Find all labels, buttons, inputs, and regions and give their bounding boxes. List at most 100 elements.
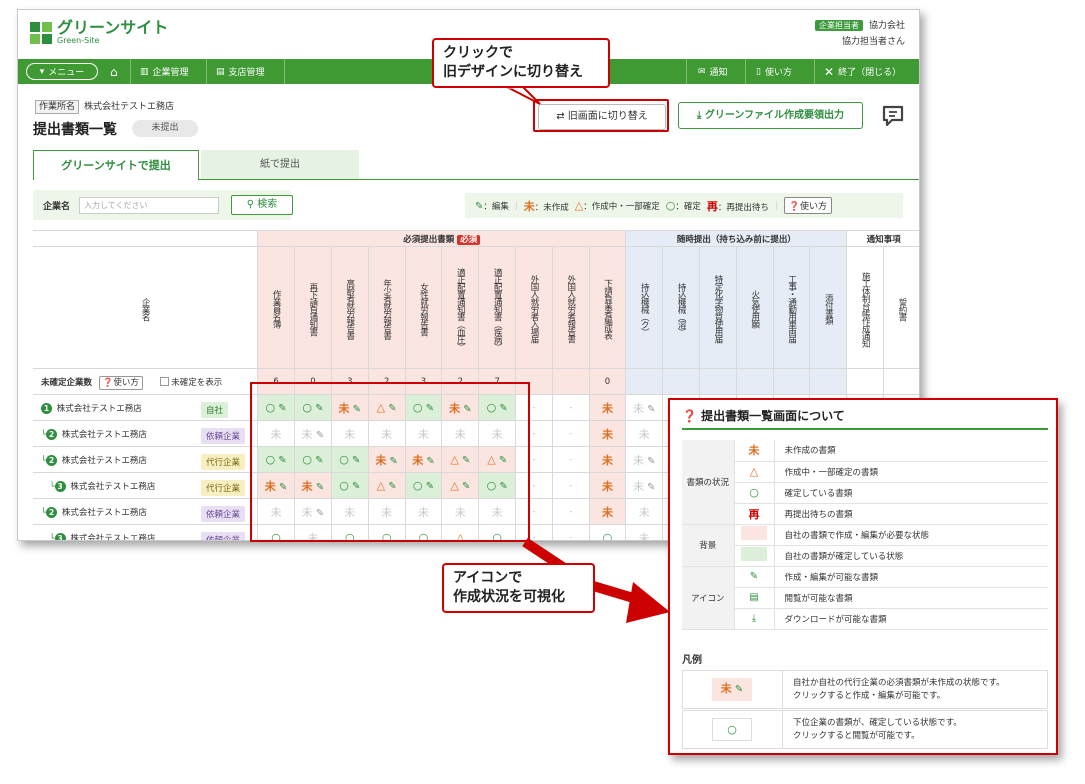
status-cell: - (551, 498, 590, 525)
dash-icon: - (532, 428, 536, 439)
howto-button[interactable]: ▯ 使い方 (756, 59, 792, 84)
desc-edit: 作成・編集が可能な書類 (774, 566, 1048, 588)
status-cell[interactable]: 未 (625, 420, 664, 447)
close-icon: ✕ (824, 64, 835, 79)
legend-help-button[interactable]: ❓使い方 (783, 197, 833, 214)
question-icon: ❓ (788, 202, 801, 212)
dash-icon: - (532, 454, 536, 465)
help-legend-table: 書類の状況 未未作成の書類 △ 作成中・一部確定の書類 ○ 確定している書類 再再提… (682, 440, 1048, 630)
menu-label: メニュー (48, 68, 85, 78)
help-panel-title-text: 提出書類一覧画面について (701, 409, 845, 423)
branch-management-label: 支店管理 (228, 68, 265, 78)
green-site-logo[interactable]: グリーンサイト Green-Site (30, 20, 168, 45)
circle-icon: ○ (749, 486, 759, 499)
dash-icon: - (532, 532, 536, 541)
legend-ok: ○：確定 (666, 199, 701, 212)
arrow-head-icon (626, 582, 670, 623)
status-cell[interactable]: 未 (625, 524, 664, 540)
blank-group-header (33, 230, 259, 247)
status-cell[interactable]: 未 ✎ (625, 446, 664, 473)
company-management-button[interactable]: ▥ 企業管理 (140, 59, 189, 84)
green-file-output-label: グリーンファイル作成要領出力 (704, 110, 845, 121)
tree-branch-icon: └ (41, 481, 55, 492)
cat-background: 背景 (682, 524, 735, 567)
mi-mark: 未 (601, 505, 613, 519)
menu-button[interactable]: ▾ メニュー (26, 63, 98, 80)
company-cell[interactable]: └ 3 株式会社テストエ務店 依頼企業 (33, 524, 259, 541)
question-icon: ❓ (102, 377, 114, 388)
search-label: 企業名 (43, 202, 71, 212)
exit-button[interactable]: ✕ 終了（閉じる） (824, 59, 901, 84)
column-header-6: 適正配置通知書（血圧） (441, 246, 480, 369)
example1-text2: クリックすると作成・編集が可能です。 (793, 691, 946, 701)
search-input[interactable]: 入力してください (79, 197, 219, 214)
role-badge: 企業担当者 (814, 20, 863, 31)
company-name: 株式会社テストエ務店 (67, 533, 156, 541)
chat-help-icon[interactable] (880, 104, 906, 128)
company-cell[interactable]: └ 2 株式会社テストエ務店 代行企業 (33, 446, 259, 473)
status-cell[interactable]: 未 ✎ (625, 394, 664, 421)
status-cell[interactable]: 未 (625, 498, 664, 525)
download-icon: ⤓ (751, 613, 757, 624)
level-number-badge: 3 (54, 532, 66, 540)
legend-re-mark: 再 (706, 199, 718, 213)
status-cell[interactable]: 未 ✎ (625, 472, 664, 499)
callout-switch-line2: 旧デザインに切り替え (443, 64, 583, 80)
tab-paper-submit[interactable]: 紙で提出 (201, 150, 359, 180)
home-button[interactable]: ⌂ (110, 59, 118, 84)
status-cell: - (551, 472, 590, 499)
column-header-label: 高齢者就労報告書 (344, 279, 355, 339)
status-cell[interactable]: 未 (588, 472, 627, 499)
pencil-icon: ✎ (644, 481, 656, 493)
callout-visualize: アイコンで 作成状況を可視化 (442, 563, 595, 613)
company-cell[interactable]: 1 株式会社テストエ務店 自社 (33, 394, 259, 421)
building-icon: ▥ (140, 66, 149, 77)
column-header-7: 適正配置通知書（疾病） (478, 246, 517, 369)
company-name: 株式会社テストエ務店 (54, 403, 142, 414)
column-header-label: 工事・通勤用車両届 (786, 275, 797, 343)
search-button[interactable]: ⚲ 検索 (231, 195, 293, 215)
status-cell: - (551, 524, 590, 541)
mi-gray-mark: 未 (638, 505, 650, 519)
column-header-1: 作業員名簿 (257, 246, 295, 369)
dash-icon: - (532, 506, 536, 517)
howto-label: 使い方 (764, 68, 792, 78)
level-number-badge: 3 (54, 480, 66, 492)
level-number-badge: 2 (46, 428, 58, 440)
dash-icon: - (569, 532, 573, 541)
company-cell[interactable]: └ 2 株式会社テストエ務店 依頼企業 (33, 420, 259, 447)
download-icon: ⤓ (696, 110, 705, 121)
required-group-label: 必須提出書類 (403, 234, 455, 245)
logo-subtext: Green-Site (57, 36, 100, 45)
desc-green: 自社の書類が確定している状態 (774, 545, 1048, 567)
notify-button[interactable]: ✉ 通知 (698, 59, 728, 84)
notify-group-header: 通知事項 (846, 230, 919, 247)
branch-management-button[interactable]: ▤ 支店管理 (216, 59, 265, 84)
status-cell[interactable]: ○ (588, 524, 627, 540)
required-group-header: 必須提出書類 必須 (257, 230, 627, 247)
status-cell[interactable]: 未 (588, 420, 627, 447)
status-cell: - (551, 420, 590, 447)
company-name: 株式会社テストエ務店 (59, 429, 147, 440)
status-cell[interactable]: 未 (588, 446, 627, 473)
grid-howto-button[interactable]: ❓使い方 (98, 375, 143, 390)
company-column-label: 企業名 (140, 297, 151, 321)
show-unconfirmed-toggle[interactable]: 未確定を表示 (159, 376, 222, 388)
column-header-18: 誓約書 (883, 246, 919, 369)
tab-green-site-submit[interactable]: グリーンサイトで提出 (33, 150, 199, 180)
example-box-2: ○ 下位企業の書類が、確定している状態です。 クリックすると閲覧が可能です。 (682, 710, 1048, 749)
desc-mi: 未作成の書類 (774, 440, 1048, 462)
company-cell[interactable]: └ 2 株式会社テストエ務店 依頼企業 (33, 498, 259, 525)
column-header-label: 特定化学物質使用届 (712, 275, 723, 343)
column-header-8: 外国人就労者入場届 (515, 246, 553, 369)
green-file-output-button[interactable]: ⤓ グリーンファイル作成要領出力 (678, 102, 863, 129)
status-cell[interactable]: 未 (588, 394, 627, 421)
level-number-badge: 2 (46, 454, 58, 466)
company-cell[interactable]: └ 3 株式会社テストエ務店 代行企業 (33, 472, 259, 499)
column-header-13: 特定化学物質使用届 (699, 246, 737, 369)
unconfirmed-count (846, 368, 885, 395)
status-cell[interactable]: 未 (588, 498, 627, 525)
company-type-tag: 依頼企業 (201, 427, 246, 444)
triangle-icon: △ (749, 465, 759, 478)
notify-label: 通知 (709, 68, 728, 78)
